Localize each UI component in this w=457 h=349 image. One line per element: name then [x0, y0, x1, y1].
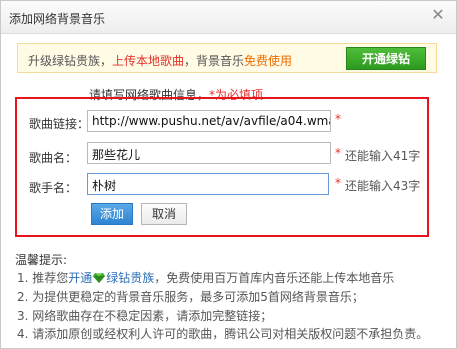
add-button[interactable]: 添加 [91, 203, 133, 225]
singer-label: 歌手名： [29, 181, 78, 195]
song-name-required: * [335, 146, 341, 160]
close-icon[interactable]: ✕ [430, 7, 446, 23]
dialog-title: 添加网络背景音乐 [9, 12, 106, 26]
add-music-dialog: 添加网络背景音乐 ✕ 升级绿钻贵族，上传本地歌曲，背景音乐免费使用 开通绿钻 请… [0, 0, 457, 349]
promo-prefix: 升级绿钻贵族， [28, 54, 113, 68]
green-diamond-icon [93, 273, 106, 283]
tip-2: 2. 为提供更稳定的背景音乐服务，最多可添加5首网络背景音乐； [17, 290, 364, 304]
dialog-titlebar: 添加网络背景音乐 ✕ [1, 1, 456, 34]
promo-banner: 升级绿钻贵族，上传本地歌曲，背景音乐免费使用 开通绿钻 [17, 43, 437, 73]
song-name-remaining: 还能输入41字 [345, 149, 421, 163]
promo-highlight: 上传本地歌曲 [112, 54, 185, 68]
singer-input[interactable]: 朴树 [87, 173, 329, 195]
cancel-button[interactable]: 取消 [141, 203, 187, 225]
tip1-prefix: 1. 推荐您 [17, 271, 69, 285]
tip1-green-diamond-link[interactable]: 绿钻贵族 [106, 271, 154, 285]
tip-3: 3. 网络歌曲存在不稳定因素，请添加完整链接； [17, 309, 273, 323]
singer-required: * [335, 176, 341, 190]
promo-free: 免费使用 [244, 54, 293, 68]
singer-remaining: 还能输入43字 [345, 179, 421, 193]
tip-4: 4. 请添加原创或经权利人许可的歌曲，腾讯公司对相关版权问题不承担负责。 [17, 327, 429, 341]
tips-title: 温馨提示: [15, 253, 68, 267]
song-name-label: 歌曲名： [29, 151, 78, 165]
song-link-required: * [335, 112, 341, 126]
song-name-input[interactable]: 那些花儿 [87, 142, 331, 164]
song-link-label: 歌曲链接： [29, 117, 90, 131]
tip1-open-link[interactable]: 开通 [68, 271, 92, 285]
open-green-diamond-button[interactable]: 开通绿钻 [346, 47, 426, 70]
tip1-suffix: ，免费使用百万首库内音乐还能上传本地音乐 [154, 271, 395, 285]
song-link-input[interactable]: http://www.pushu.net/av/avfile/a04.wma [87, 110, 331, 132]
promo-text: 升级绿钻贵族，上传本地歌曲，背景音乐免费使用 [28, 52, 292, 69]
promo-mid: ，背景音乐 [184, 54, 245, 68]
tip-1: 1. 推荐您开通 绿钻贵族，免费使用百万首库内音乐还能上传本地音乐 [17, 269, 394, 286]
